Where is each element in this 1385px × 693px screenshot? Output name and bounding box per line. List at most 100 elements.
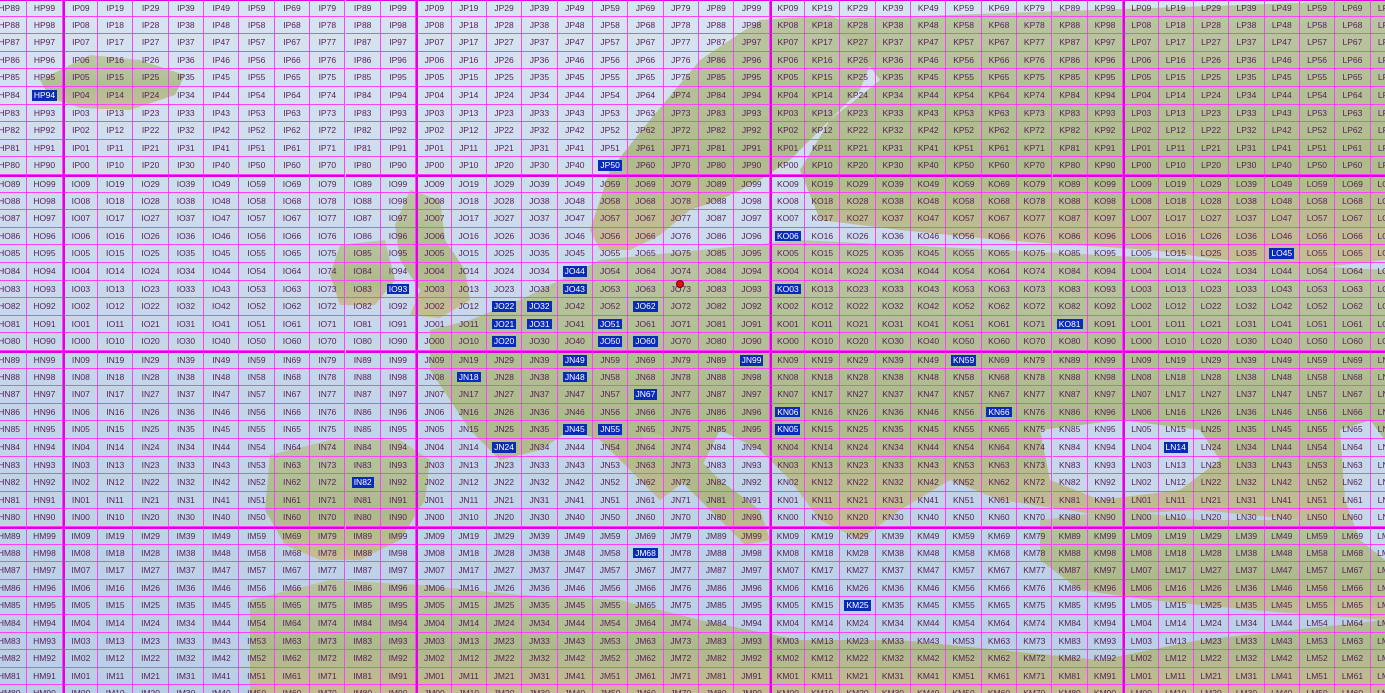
grid-square-ip34[interactable]: IP34 <box>168 87 205 105</box>
grid-square-in46[interactable]: IN46 <box>204 403 240 422</box>
grid-square-im68[interactable]: IM68 <box>274 544 311 563</box>
grid-square-jn23[interactable]: JN23 <box>486 456 523 475</box>
grid-square-jp44[interactable]: JP44 <box>557 87 593 105</box>
grid-square-ln29[interactable]: LN29 <box>1193 351 1230 369</box>
grid-square-hn98[interactable]: HN98 <box>27 368 63 387</box>
grid-square-jp26[interactable]: JP26 <box>486 51 523 70</box>
grid-square-im27[interactable]: IM27 <box>133 562 169 580</box>
grid-square-ko81[interactable]: KO81 <box>1052 315 1088 334</box>
grid-square-ko15[interactable]: KO15 <box>805 245 841 263</box>
grid-square-jm30[interactable]: JM30 <box>522 685 558 693</box>
grid-square-lm41[interactable]: LM41 <box>1264 667 1300 686</box>
grid-square-ip91[interactable]: IP91 <box>380 139 417 158</box>
grid-square-ln60[interactable]: LN60 <box>1335 509 1371 527</box>
grid-square-im67[interactable]: IM67 <box>274 562 311 580</box>
grid-square-km19[interactable]: KM19 <box>805 527 841 545</box>
grid-square-jn28[interactable]: JN28 <box>486 368 523 387</box>
grid-square-io34[interactable]: IO34 <box>168 263 205 281</box>
grid-square-im11[interactable]: IM11 <box>98 667 134 686</box>
grid-square-lp11[interactable]: LP11 <box>1158 139 1194 158</box>
grid-square-io30[interactable]: IO30 <box>168 333 205 351</box>
grid-square-jm79[interactable]: JM79 <box>663 527 699 545</box>
grid-square-jm68[interactable]: JM68 <box>628 544 664 563</box>
grid-square-in20[interactable]: IN20 <box>133 509 169 527</box>
grid-square-ln14[interactable]: LN14 <box>1158 439 1194 457</box>
grid-square-jn18[interactable]: JN18 <box>451 368 487 387</box>
grid-square-lm69[interactable]: LM69 <box>1335 527 1371 545</box>
grid-square-jo10[interactable]: JO10 <box>451 333 487 351</box>
grid-square-kp97[interactable]: KP97 <box>1087 34 1124 52</box>
grid-square-km59[interactable]: KM59 <box>946 527 982 545</box>
grid-square-jo78[interactable]: JO78 <box>663 192 699 211</box>
grid-square-jo17[interactable]: JO17 <box>451 210 487 228</box>
grid-square-km44[interactable]: KM44 <box>911 615 947 633</box>
grid-square-km97[interactable]: KM97 <box>1087 562 1124 580</box>
grid-square-ip22[interactable]: IP22 <box>133 122 169 140</box>
grid-square-in30[interactable]: IN30 <box>168 509 205 527</box>
grid-square-ln04[interactable]: LN04 <box>1123 439 1159 457</box>
grid-square-hn87[interactable]: HN87 <box>0 386 28 404</box>
grid-square-ip05[interactable]: IP05 <box>62 69 99 87</box>
grid-square-im19[interactable]: IM19 <box>98 527 134 545</box>
grid-square-kp23[interactable]: KP23 <box>840 104 876 123</box>
grid-square-lp39[interactable]: LP39 <box>1229 0 1265 17</box>
grid-square-lp69[interactable]: LP69 <box>1335 0 1371 17</box>
grid-square-lp43[interactable]: LP43 <box>1264 104 1300 123</box>
grid-square-lp02[interactable]: LP02 <box>1123 122 1159 140</box>
grid-square-jn19[interactable]: JN19 <box>451 351 487 369</box>
grid-square-lp53[interactable]: LP53 <box>1299 104 1336 123</box>
grid-square-io78[interactable]: IO78 <box>310 192 346 211</box>
grid-square-ip80[interactable]: IP80 <box>345 157 381 175</box>
grid-square-jp75[interactable]: JP75 <box>663 69 699 87</box>
grid-square-im95[interactable]: IM95 <box>380 597 417 615</box>
grid-square-lp46[interactable]: LP46 <box>1264 51 1300 70</box>
grid-square-lp55[interactable]: LP55 <box>1299 69 1336 87</box>
grid-square-jo44[interactable]: JO44 <box>557 263 593 281</box>
grid-square-ip29[interactable]: IP29 <box>133 0 169 17</box>
grid-square-lo24[interactable]: LO24 <box>1193 263 1230 281</box>
grid-square-ko54[interactable]: KO54 <box>946 263 982 281</box>
grid-square-jo18[interactable]: JO18 <box>451 192 487 211</box>
grid-square-jp17[interactable]: JP17 <box>451 34 487 52</box>
grid-square-lm24[interactable]: LM24 <box>1193 615 1230 633</box>
grid-square-ln06[interactable]: LN06 <box>1123 403 1159 422</box>
grid-square-lo05[interactable]: LO05 <box>1123 245 1159 263</box>
grid-square-lo71[interactable]: LO71 <box>1370 316 1385 334</box>
grid-square-kn77[interactable]: KN77 <box>1017 386 1053 404</box>
grid-square-ko01[interactable]: KO01 <box>769 315 806 334</box>
grid-square-jo51[interactable]: JO51 <box>592 315 629 334</box>
grid-square-ln65[interactable]: LN65 <box>1335 421 1371 439</box>
grid-square-lm28[interactable]: LM28 <box>1193 544 1230 563</box>
grid-square-jn80[interactable]: JN80 <box>699 509 735 527</box>
grid-square-in25[interactable]: IN25 <box>133 421 169 439</box>
grid-square-kp94[interactable]: KP94 <box>1087 87 1124 105</box>
grid-square-kp92[interactable]: KP92 <box>1087 122 1124 140</box>
grid-square-jp77[interactable]: JP77 <box>663 34 699 52</box>
grid-square-lm62[interactable]: LM62 <box>1335 650 1371 668</box>
grid-square-hm83[interactable]: HM83 <box>0 632 28 651</box>
grid-square-im21[interactable]: IM21 <box>133 667 169 686</box>
grid-square-in98[interactable]: IN98 <box>380 368 417 387</box>
grid-square-kp68[interactable]: KP68 <box>981 16 1018 35</box>
grid-square-io62[interactable]: IO62 <box>274 298 311 316</box>
grid-square-km68[interactable]: KM68 <box>981 544 1018 563</box>
grid-square-jp94[interactable]: JP94 <box>734 87 770 105</box>
grid-square-jp24[interactable]: JP24 <box>486 87 523 105</box>
grid-square-lm09[interactable]: LM09 <box>1123 527 1159 545</box>
grid-square-jp60[interactable]: JP60 <box>628 157 664 175</box>
grid-square-kp05[interactable]: KP05 <box>769 69 806 87</box>
grid-square-im15[interactable]: IM15 <box>98 597 134 615</box>
grid-square-kn10[interactable]: KN10 <box>805 509 841 527</box>
grid-square-io27[interactable]: IO27 <box>133 210 169 228</box>
grid-square-ip70[interactable]: IP70 <box>310 157 346 175</box>
grid-square-lm11[interactable]: LM11 <box>1158 667 1194 686</box>
grid-square-in61[interactable]: IN61 <box>274 491 311 510</box>
grid-square-io49[interactable]: IO49 <box>204 175 240 193</box>
grid-square-ln24[interactable]: LN24 <box>1193 439 1230 457</box>
grid-square-hn83[interactable]: HN83 <box>0 456 28 475</box>
grid-square-kn53[interactable]: KN53 <box>946 456 982 475</box>
grid-square-km98[interactable]: KM98 <box>1087 544 1124 563</box>
grid-square-lm19[interactable]: LM19 <box>1158 527 1194 545</box>
grid-square-io08[interactable]: IO08 <box>62 192 99 211</box>
grid-square-jn51[interactable]: JN51 <box>592 491 629 510</box>
